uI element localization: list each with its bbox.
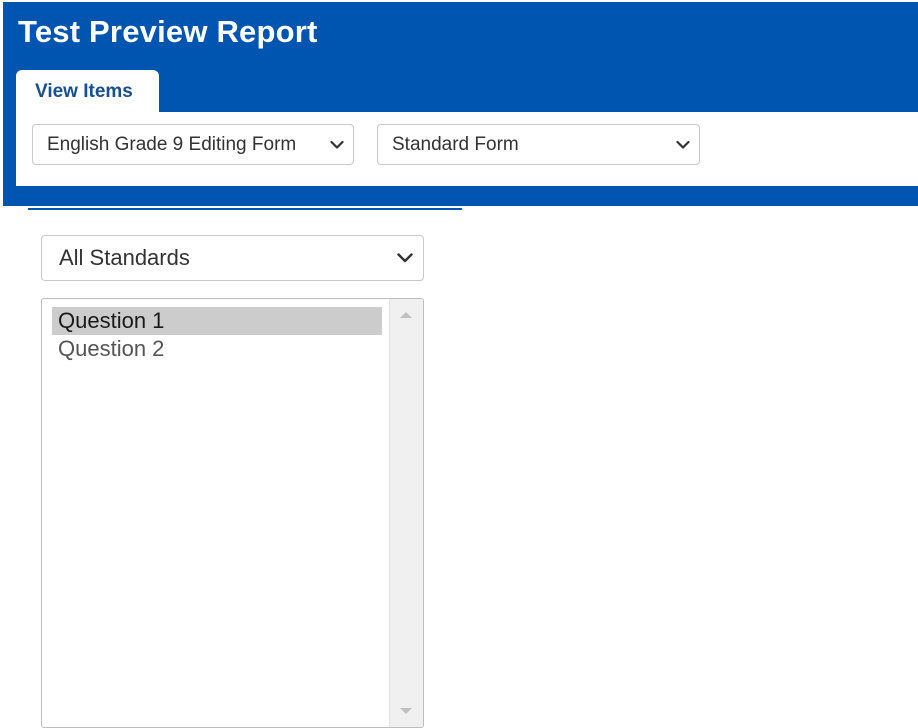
question-list: Question 1 Question 2 [52,307,382,363]
form-type-select-value: Standard Form [392,133,519,155]
question-list-item[interactable]: Question 1 [52,307,382,335]
toolbar-panel: English Grade 9 Editing Form Standard Fo… [16,112,918,186]
question-listbox[interactable]: Question 1 Question 2 [41,298,424,728]
form-select-value: English Grade 9 Editing Form [47,133,297,155]
chevron-down-icon [676,140,690,149]
form-select[interactable]: English Grade 9 Editing Form [32,124,354,165]
tab-view-items[interactable]: View Items [16,70,159,113]
page-title: Test Preview Report [18,14,318,49]
tab-label: View Items [35,81,133,102]
report-header: Test Preview Report View Items English G… [3,2,918,206]
chevron-down-icon [397,253,413,263]
section-divider [28,208,462,210]
standards-select[interactable]: All Standards [41,235,424,281]
listbox-scrollbar[interactable] [389,299,423,727]
form-type-select[interactable]: Standard Form [377,124,700,165]
question-list-item[interactable]: Question 2 [52,335,382,363]
scroll-down-arrow-icon[interactable] [400,708,412,714]
scroll-up-arrow-icon[interactable] [400,312,412,318]
standards-select-value: All Standards [59,245,190,270]
chevron-down-icon [330,140,344,149]
